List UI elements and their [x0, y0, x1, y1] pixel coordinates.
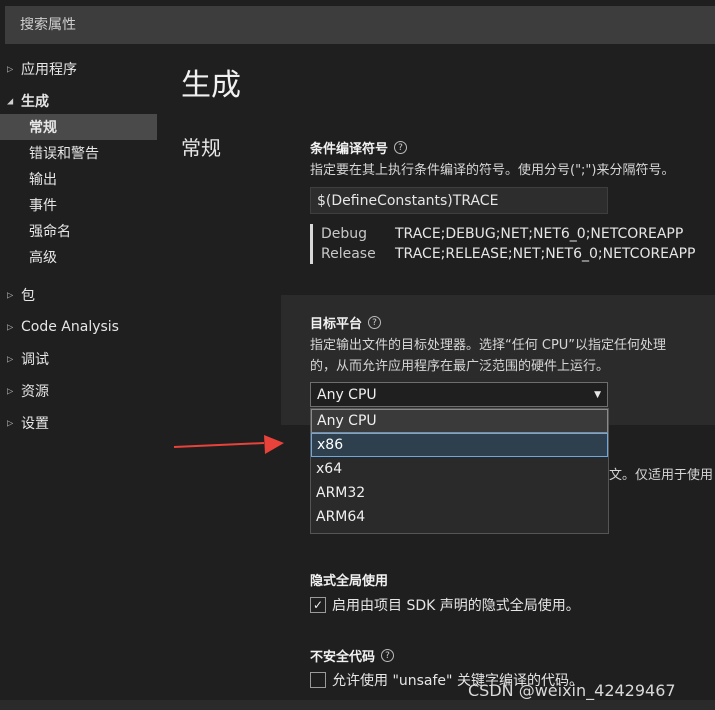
sidebar-item-label: 包 — [21, 288, 35, 304]
sidebar-item-label: 生成 — [21, 94, 49, 110]
implicit-usings-section: 隐式全局使用 ✓ 启用由项目 SDK 声明的隐式全局使用。 — [310, 570, 580, 615]
sidebar-item-label: 事件 — [29, 198, 57, 214]
sidebar-item-resources[interactable]: ▷ 资源 — [0, 378, 160, 404]
sidebar-item-build[interactable]: ◢ 生成 — [0, 88, 160, 114]
sidebar-item-code-analysis[interactable]: ▷ Code Analysis — [0, 314, 160, 340]
platform-target-select[interactable]: Any CPU ▼ — [310, 382, 608, 407]
platform-description-line2: 的，从而允许应用程序在最广泛范围的硬件上运行。 — [310, 359, 610, 374]
sidebar-item-general[interactable]: 常规 — [0, 114, 157, 140]
expand-triangle-icon[interactable]: ▷ — [7, 419, 13, 428]
config-values-list: Debug TRACE;DEBUG;NET;NET6_0;NETCOREAPP … — [310, 224, 696, 264]
dropdown-option-x86[interactable]: x86 — [311, 433, 608, 457]
sidebar-item-label: Code Analysis — [21, 319, 119, 335]
chevron-down-icon: ▼ — [594, 389, 601, 400]
platform-description-line1: 指定输出文件的目标处理器。选择“任何 CPU”以指定任何处理 — [310, 338, 667, 353]
unsafe-code-checkbox[interactable] — [310, 672, 326, 688]
label-text: 条件编译符号 — [310, 142, 389, 157]
sidebar-item-label: 输出 — [29, 172, 57, 188]
expand-triangle-icon[interactable]: ▷ — [7, 65, 13, 74]
search-input[interactable] — [20, 17, 700, 33]
sidebar-item-label: 应用程序 — [21, 62, 77, 78]
sidebar-item-label: 设置 — [21, 416, 49, 432]
partially-hidden-description: 文。仅适用于使用 — [609, 468, 714, 483]
unsafe-code-label: 不安全代码 ? — [310, 646, 583, 665]
sidebar-item-advanced[interactable]: 高级 — [0, 244, 160, 270]
sidebar: ▷ 应用程序 ◢ 生成 常规 错误和警告 输出 事件 强命名 高级 ▷ 包 ▷ … — [0, 52, 160, 436]
dropdown-option-arm64[interactable]: ARM64 — [311, 505, 608, 529]
config-name: Debug — [321, 226, 368, 242]
conditional-symbols-description: 指定要在其上执行条件编译的符号。使用分号(";")来分隔符号。 — [310, 163, 675, 178]
config-value: TRACE;DEBUG;NET;NET6_0;NETCOREAPP — [395, 226, 684, 242]
label-text: 目标平台 — [310, 317, 363, 332]
conditional-symbols-section: 条件编译符号 ? 指定要在其上执行条件编译的符号。使用分号(";")来分隔符号。 — [310, 138, 674, 181]
page-title: 生成 — [181, 68, 241, 103]
config-row-debug: Debug TRACE;DEBUG;NET;NET6_0;NETCOREAPP — [321, 224, 696, 244]
conditional-symbols-label: 条件编译符号 ? — [310, 138, 674, 157]
watermark: CSDN @weixin_42429467 — [468, 681, 676, 700]
sidebar-item-app[interactable]: ▷ 应用程序 — [0, 56, 160, 82]
platform-target-label: 目标平台 ? — [310, 313, 666, 332]
platform-dropdown-list: Any CPU x86 x64 ARM32 ARM64 — [310, 408, 609, 534]
conditional-symbols-input[interactable]: $(DefineConstants)TRACE — [310, 187, 608, 214]
expand-triangle-icon[interactable]: ▷ — [7, 291, 13, 300]
sidebar-item-label: 常规 — [29, 120, 57, 136]
sidebar-item-settings[interactable]: ▷ 设置 — [0, 410, 160, 436]
sidebar-item-strong-name[interactable]: 强命名 — [0, 218, 160, 244]
sidebar-item-package[interactable]: ▷ 包 — [0, 282, 160, 308]
expand-triangle-icon[interactable]: ▷ — [7, 323, 13, 332]
config-value: TRACE;RELEASE;NET;NET6_0;NETCOREAPP — [395, 246, 696, 262]
label-text: 不安全代码 — [310, 650, 376, 665]
sidebar-item-label: 错误和警告 — [29, 146, 99, 162]
section-title: 常规 — [181, 136, 221, 160]
implicit-usings-checkbox[interactable]: ✓ — [310, 597, 326, 613]
sidebar-item-output[interactable]: 输出 — [0, 166, 160, 192]
sidebar-item-events[interactable]: 事件 — [0, 192, 160, 218]
platform-target-section: 目标平台 ? 指定输出文件的目标处理器。选择“任何 CPU”以指定任何处理 的，… — [310, 313, 666, 377]
sidebar-item-label: 强命名 — [29, 224, 71, 240]
expand-triangle-icon[interactable]: ▷ — [7, 355, 13, 364]
label-text: 隐式全局使用 — [310, 574, 389, 589]
config-row-release: Release TRACE;RELEASE;NET;NET6_0;NETCORE… — [321, 244, 696, 264]
implicit-usings-option[interactable]: ✓ 启用由项目 SDK 声明的隐式全局使用。 — [310, 595, 580, 615]
help-icon[interactable]: ? — [368, 316, 382, 329]
implicit-usings-label: 隐式全局使用 — [310, 570, 580, 589]
search-box[interactable] — [5, 6, 715, 44]
help-icon[interactable]: ? — [381, 649, 395, 662]
config-name: Release — [321, 246, 376, 262]
bottom-bar — [0, 700, 715, 710]
red-arrow-annotation — [173, 435, 284, 454]
expand-triangle-icon[interactable]: ▷ — [7, 387, 13, 396]
checkbox-label: 启用由项目 SDK 声明的隐式全局使用。 — [332, 598, 580, 614]
sidebar-item-label: 高级 — [29, 250, 57, 266]
collapse-triangle-icon[interactable]: ◢ — [7, 97, 13, 106]
dropdown-option-arm32[interactable]: ARM32 — [311, 481, 608, 505]
help-icon[interactable]: ? — [394, 141, 408, 154]
dropdown-option-any-cpu[interactable]: Any CPU — [311, 409, 608, 433]
dropdown-option-x64[interactable]: x64 — [311, 457, 608, 481]
select-value: Any CPU — [317, 386, 377, 403]
sidebar-item-label: 资源 — [21, 384, 49, 400]
sidebar-item-errors-warnings[interactable]: 错误和警告 — [0, 140, 160, 166]
sidebar-item-label: 调试 — [21, 352, 49, 368]
sidebar-item-debug[interactable]: ▷ 调试 — [0, 346, 160, 372]
